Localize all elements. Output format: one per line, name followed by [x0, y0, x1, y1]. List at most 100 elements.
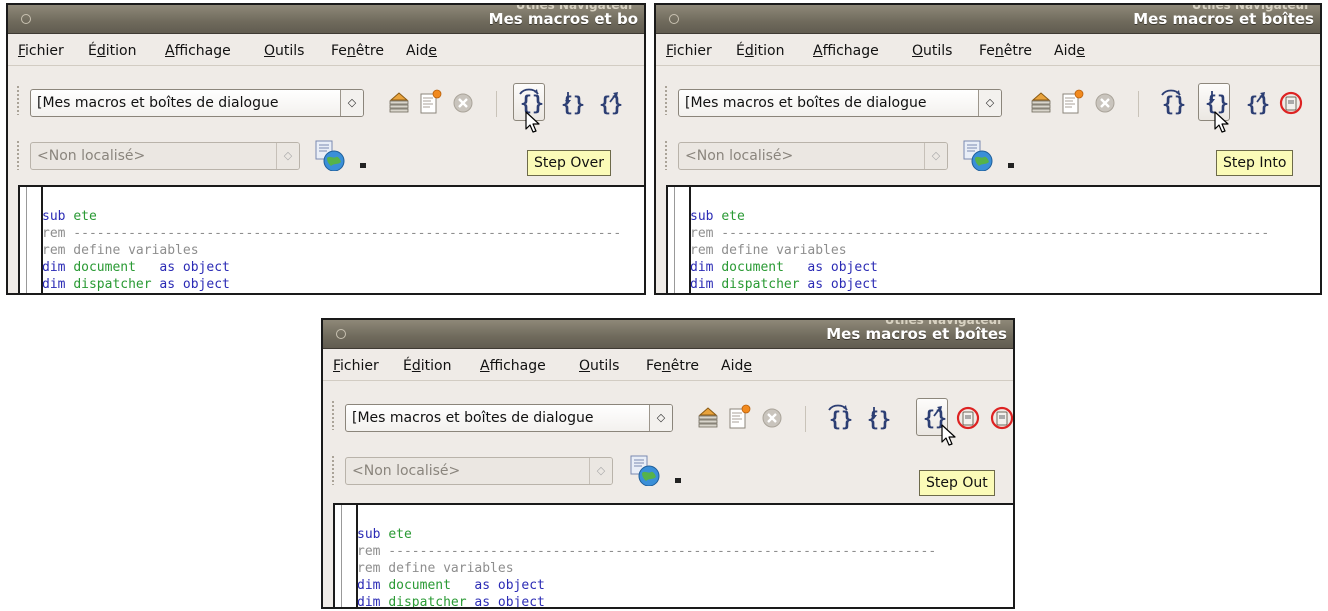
toolbar-grip-2[interactable]	[16, 140, 20, 170]
menu-fenetre[interactable]: Fenêtre	[979, 43, 1032, 59]
select-module-icon[interactable]	[723, 403, 753, 433]
basic-macros-icon[interactable]	[384, 88, 414, 118]
menu-affichage[interactable]: Affichage	[813, 43, 879, 59]
menu-aide[interactable]: Aide	[406, 43, 437, 59]
toolbar-grip[interactable]	[664, 85, 668, 115]
menu-fichier[interactable]: Fichier	[333, 358, 379, 374]
step-out-icon[interactable]	[1240, 88, 1270, 118]
library-select-value: [Mes macros et boîtes de dialogue	[685, 95, 927, 111]
menu-fenetre[interactable]: Fenêtre	[331, 43, 384, 59]
language-select: <Non localisé> ◇	[345, 457, 613, 485]
title-bar: Utiles Navigateur Mes macros et boîtes	[656, 5, 1320, 34]
manage-languages-icon[interactable]	[962, 139, 994, 171]
chevron-updown-icon: ◇	[589, 458, 612, 484]
code-line-2: rem ------------------------------------…	[690, 226, 1270, 241]
breakpoint-gutter[interactable]	[26, 187, 43, 293]
menu-aide[interactable]: Aide	[721, 358, 752, 374]
window-title: Mes macros et boîtes	[826, 325, 1007, 343]
toolbar-grip-2[interactable]	[664, 140, 668, 170]
library-select[interactable]: [Mes macros et boîtes de dialogue ◇	[678, 89, 1002, 117]
toolbar-grip-2[interactable]	[331, 455, 335, 485]
basic-ide-window-step-into: Utiles Navigateur Mes macros et boîtes F…	[654, 3, 1322, 295]
breakpoint-gutter[interactable]	[674, 187, 691, 293]
menu-bar: Fichier Édition Affichage Outils Fenêtre…	[323, 350, 1013, 381]
breakpoint-gutter[interactable]	[341, 505, 358, 607]
code-line-1: sub ete	[690, 209, 745, 224]
basic-ide-window-step-over: Utiles Navigateur Mes macros et bo Fichi…	[6, 3, 646, 295]
toolbar-overflow-arrow[interactable]	[360, 163, 366, 168]
select-module-icon[interactable]	[1056, 88, 1086, 118]
menu-fenetre[interactable]: Fenêtre	[646, 358, 699, 374]
code-text: sub ete rem ----------------------------…	[690, 191, 1269, 293]
toolbar-overflow-arrow[interactable]	[675, 478, 681, 483]
mouse-pointer-icon	[941, 424, 956, 446]
language-select: <Non localisé> ◇	[678, 142, 948, 170]
code-line-5: dim dispatcher as object	[690, 277, 878, 292]
select-module-icon[interactable]	[414, 88, 444, 118]
manage-languages-icon[interactable]	[314, 139, 346, 171]
code-editor[interactable]: sub ete rem ----------------------------…	[18, 185, 644, 293]
language-select-value: <Non localisé>	[685, 148, 794, 164]
stop-icon[interactable]	[448, 88, 478, 118]
chevron-updown-icon: ◇	[924, 143, 947, 169]
menu-affichage[interactable]: Affichage	[165, 43, 231, 59]
step-over-icon[interactable]	[823, 403, 853, 433]
step-into-icon[interactable]	[861, 403, 891, 433]
code-editor[interactable]: sub ete rem ----------------------------…	[333, 503, 1013, 607]
breakpoint-partial-icon[interactable]	[987, 403, 1015, 433]
step-over-icon[interactable]	[1156, 88, 1186, 118]
breakpoint-icon[interactable]	[953, 403, 983, 433]
tooltip: Step Out	[919, 470, 995, 496]
window-title: Mes macros et boîtes	[1133, 10, 1314, 28]
code-line-2: rem ------------------------------------…	[357, 544, 937, 559]
code-line-3: rem define variables	[357, 561, 514, 576]
language-select-value: <Non localisé>	[37, 148, 146, 164]
basic-macros-icon[interactable]	[693, 403, 723, 433]
code-editor[interactable]: sub ete rem ----------------------------…	[666, 185, 1320, 293]
chevron-updown-icon: ◇	[276, 143, 299, 169]
menu-affichage[interactable]: Affichage	[480, 358, 546, 374]
chevron-updown-icon: ◇	[978, 90, 1001, 116]
menu-fichier[interactable]: Fichier	[666, 43, 712, 59]
toolbar-grip[interactable]	[16, 85, 20, 115]
breakpoint-icon[interactable]	[1276, 88, 1306, 118]
menu-outils[interactable]: Outils	[264, 43, 304, 59]
code-line-1: sub ete	[42, 209, 97, 224]
basic-macros-icon[interactable]	[1026, 88, 1056, 118]
tooltip: Step Over	[527, 150, 611, 176]
menu-aide[interactable]: Aide	[1054, 43, 1085, 59]
toolbar-separator	[805, 406, 806, 432]
menu-fichier[interactable]: Fichier	[18, 43, 64, 59]
stop-icon[interactable]	[1090, 88, 1120, 118]
menu-outils[interactable]: Outils	[912, 43, 952, 59]
toolbar-overflow-arrow[interactable]	[1008, 163, 1014, 168]
stop-icon[interactable]	[757, 403, 787, 433]
window-menu-icon[interactable]	[336, 329, 346, 339]
window-menu-icon[interactable]	[21, 14, 31, 24]
step-out-icon[interactable]	[593, 88, 623, 118]
code-line-5: dim dispatcher as object	[42, 277, 230, 292]
library-select[interactable]: [Mes macros et boîtes de dialogue ◇	[30, 89, 364, 117]
code-text: sub ete rem ----------------------------…	[357, 509, 937, 607]
library-select-value: [Mes macros et boîtes de dialogue	[352, 410, 594, 426]
tooltip: Step Into	[1216, 150, 1294, 176]
toolbar-separator	[1138, 91, 1139, 117]
menu-edition[interactable]: Édition	[736, 43, 784, 59]
menu-bar: Fichier Édition Affichage Outils Fenêtre…	[656, 35, 1320, 66]
mouse-pointer-icon	[525, 111, 540, 133]
title-bar: Utiles Navigateur Mes macros et bo	[8, 5, 644, 34]
language-select-value: <Non localisé>	[352, 463, 461, 479]
mouse-pointer-icon	[1214, 111, 1229, 133]
code-line-1: sub ete	[357, 527, 412, 542]
toolbar-grip[interactable]	[331, 400, 335, 430]
manage-languages-icon[interactable]	[629, 454, 661, 486]
menu-edition[interactable]: Édition	[88, 43, 136, 59]
window-menu-icon[interactable]	[669, 14, 679, 24]
step-into-icon[interactable]	[555, 88, 585, 118]
basic-ide-window-step-out: Utiles Navigateur Mes macros et boîtes F…	[321, 318, 1015, 609]
language-select: <Non localisé> ◇	[30, 142, 300, 170]
menu-edition[interactable]: Édition	[403, 358, 451, 374]
library-select[interactable]: [Mes macros et boîtes de dialogue ◇	[345, 404, 673, 432]
code-line-4: dim document as object	[42, 260, 230, 275]
menu-outils[interactable]: Outils	[579, 358, 619, 374]
